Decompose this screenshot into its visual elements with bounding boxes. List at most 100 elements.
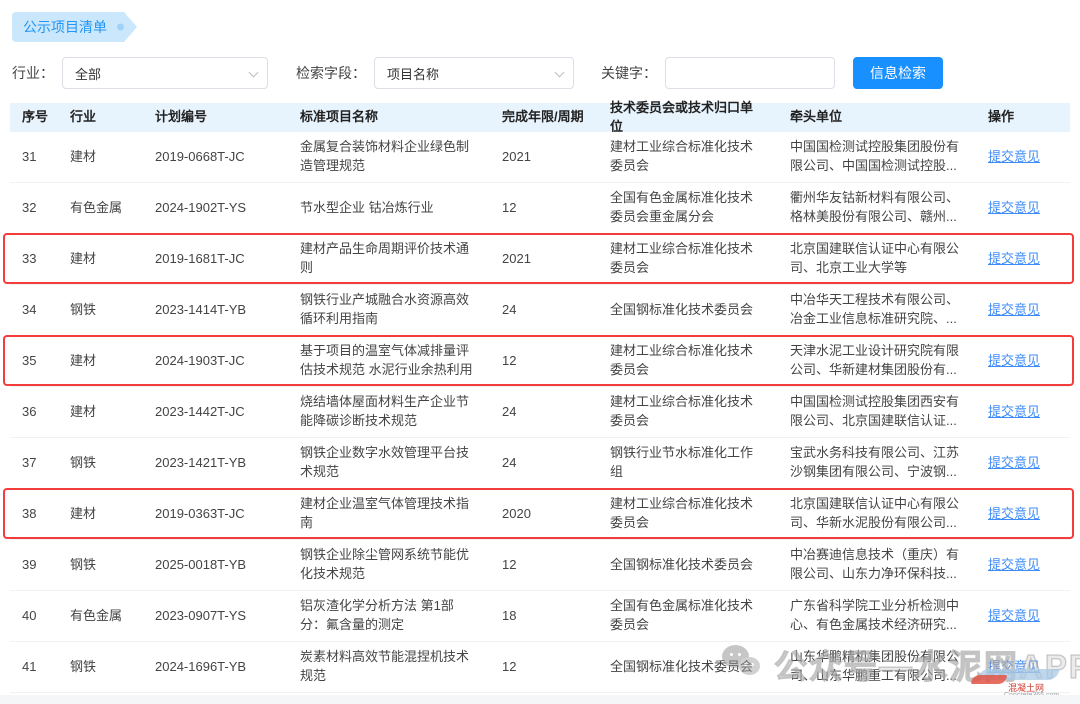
header-cell-lead-unit: 牵头单位 [778, 108, 976, 127]
search-field-select[interactable]: 项目名称 [374, 57, 574, 89]
cell-industry: 钢铁 [58, 438, 143, 488]
cell-plan-number: 2024-1902T-YS [143, 183, 288, 233]
cell-serial-no: 39 [10, 540, 58, 590]
cell-committee: 建材工业综合标准化技术委员会 [598, 387, 778, 437]
submit-feedback-link[interactable]: 提交意见 [988, 454, 1040, 473]
cell-committee: 全国有色金属标准化技术委员会重金属分会 [598, 183, 778, 233]
cell-project-name: 炭素材料高效节能混捏机技术规范 [288, 642, 490, 692]
table-row: 31 建材 2019-0668T-JC 金属复合装饰材料企业绿色制造管理规范 2… [10, 132, 1070, 183]
table-row: 40 有色金属 2023-0907T-YS 铝灰渣化学分析方法 第1部分：氟含量… [10, 591, 1070, 642]
table-row: 32 有色金属 2024-1902T-YS 节水型企业 钴冶炼行业 12 全国有… [10, 183, 1070, 234]
cell-committee: 建材工业综合标准化技术委员会 [598, 234, 778, 284]
header-cell-period: 完成年限/周期 [490, 108, 598, 127]
cell-serial-no: 37 [10, 438, 58, 488]
cell-serial-no: 32 [10, 183, 58, 233]
table-header-row: 序号 行业 计划编号 标准项目名称 完成年限/周期 技术委员会或技术归口单位 牵… [10, 103, 1070, 132]
header-cell-industry: 行业 [58, 108, 143, 127]
cell-project-name: 建材企业温室气体管理技术指南 [288, 489, 490, 539]
submit-feedback-link[interactable]: 提交意见 [988, 556, 1040, 575]
header-cell-no: 序号 [10, 108, 58, 127]
cell-committee: 全国有色金属标准化技术委员会 [598, 591, 778, 641]
cell-plan-number: 2025-0018T-YB [143, 540, 288, 590]
table-row: 37 钢铁 2023-1421T-YB 钢铁企业数字水效管理平台技术规范 24 … [10, 438, 1070, 489]
industry-select[interactable]: 全部 [62, 57, 268, 89]
cell-project-name: 钢铁企业数字水效管理平台技术规范 [288, 438, 490, 488]
cell-lead-unit: 北京国建联信认证中心有限公司、北京工业大学等 [778, 234, 976, 284]
submit-feedback-link[interactable]: 提交意见 [988, 148, 1040, 167]
cell-plan-number: 2019-1681T-JC [143, 234, 288, 284]
cell-plan-number: 2019-0668T-JC [143, 132, 288, 182]
chevron-down-icon [555, 68, 565, 78]
cell-committee: 建材工业综合标准化技术委员会 [598, 132, 778, 182]
cell-plan-number: 2023-1414T-YB [143, 285, 288, 335]
cell-project-name: 金属复合装饰材料企业绿色制造管理规范 [288, 132, 490, 182]
cell-period: 12 [490, 336, 598, 386]
cell-committee: 全国钢标准化技术委员会 [598, 285, 778, 335]
table-row: 38 建材 2019-0363T-JC 建材企业温室气体管理技术指南 2020 … [10, 489, 1070, 540]
table-row: 34 钢铁 2023-1414T-YB 钢铁行业产城融合水资源高效循环利用指南 … [10, 285, 1070, 336]
keyword-input[interactable] [665, 57, 835, 89]
cell-period: 2020 [490, 489, 598, 539]
projects-table: 序号 行业 计划编号 标准项目名称 完成年限/周期 技术委员会或技术归口单位 牵… [10, 103, 1070, 693]
cell-committee: 全国钢标准化技术委员会 [598, 642, 778, 692]
table-row: 41 钢铁 2024-1696T-YB 炭素材料高效节能混捏机技术规范 12 全… [10, 642, 1070, 693]
industry-label: 行业： [12, 63, 54, 83]
cell-lead-unit: 天津水泥工业设计研究院有限公司、华新建材集团股份有... [778, 336, 976, 386]
cell-period: 2021 [490, 234, 598, 284]
cell-lead-unit: 中国国检测试控股集团股份有限公司、中国国检测试控股... [778, 132, 976, 182]
submit-feedback-link[interactable]: 提交意见 [988, 403, 1040, 422]
submit-feedback-link[interactable]: 提交意见 [988, 352, 1040, 371]
cell-lead-unit: 衢州华友钴新材料有限公司、格林美股份有限公司、赣州... [778, 183, 976, 233]
cell-serial-no: 38 [10, 489, 58, 539]
cell-industry: 建材 [58, 234, 143, 284]
cell-plan-number: 2023-1442T-JC [143, 387, 288, 437]
cell-lead-unit: 北京国建联信认证中心有限公司、华新水泥股份有限公司... [778, 489, 976, 539]
tab-public-project-list[interactable]: 公示项目清单 [12, 12, 137, 42]
table-body: 31 建材 2019-0668T-JC 金属复合装饰材料企业绿色制造管理规范 2… [10, 132, 1070, 693]
cell-lead-unit: 中国国检测试控股集团西安有限公司、北京国建联信认证... [778, 387, 976, 437]
submit-feedback-link[interactable]: 提交意见 [988, 199, 1040, 218]
cell-period: 12 [490, 183, 598, 233]
info-search-button[interactable]: 信息检索 [853, 57, 943, 89]
header-cell-action: 操作 [976, 108, 1070, 127]
cell-plan-number: 2023-0907T-YS [143, 591, 288, 641]
table-row: 33 建材 2019-1681T-JC 建材产品生命周期评价技术通则 2021 … [10, 234, 1070, 285]
submit-feedback-link[interactable]: 提交意见 [988, 250, 1040, 269]
submit-feedback-link[interactable]: 提交意见 [988, 505, 1040, 524]
industry-selected-value: 全部 [75, 64, 101, 83]
cell-project-name: 钢铁企业除尘管网系统节能优化技术规范 [288, 540, 490, 590]
filter-bar: 行业： 全部 检索字段： 项目名称 关键字： 信息检索 [12, 57, 943, 89]
cell-plan-number: 2024-1903T-JC [143, 336, 288, 386]
cell-period: 2021 [490, 132, 598, 182]
cell-plan-number: 2019-0363T-JC [143, 489, 288, 539]
cell-period: 24 [490, 387, 598, 437]
header-cell-plan: 计划编号 [143, 108, 288, 127]
cell-period: 24 [490, 285, 598, 335]
cell-project-name: 铝灰渣化学分析方法 第1部分：氟含量的测定 [288, 591, 490, 641]
submit-feedback-link[interactable]: 提交意见 [988, 607, 1040, 626]
cell-industry: 有色金属 [58, 183, 143, 233]
cell-plan-number: 2024-1696T-YB [143, 642, 288, 692]
table-row: 35 建材 2024-1903T-JC 基于项目的温室气体减排量评估技术规范 水… [10, 336, 1070, 387]
cell-serial-no: 40 [10, 591, 58, 641]
cell-project-name: 钢铁行业产城融合水资源高效循环利用指南 [288, 285, 490, 335]
cell-industry: 建材 [58, 489, 143, 539]
cell-lead-unit: 广东省科学院工业分析检测中心、有色金属技术经济研究... [778, 591, 976, 641]
bottom-strip [0, 695, 1080, 704]
cell-period: 24 [490, 438, 598, 488]
submit-feedback-link[interactable]: 提交意见 [988, 301, 1040, 320]
public-project-list-page: 公示项目清单 行业： 全部 检索字段： 项目名称 关键字： 信息检索 序号 行业… [0, 0, 1080, 704]
submit-feedback-link[interactable]: 提交意见 [988, 658, 1040, 677]
cell-lead-unit: 山东华鹏精机集团股份有限公司、山东华鹏重工有限公司... [778, 642, 976, 692]
cell-project-name: 节水型企业 钴冶炼行业 [288, 183, 490, 233]
table-row: 39 钢铁 2025-0018T-YB 钢铁企业除尘管网系统节能优化技术规范 1… [10, 540, 1070, 591]
cell-serial-no: 35 [10, 336, 58, 386]
cell-committee: 建材工业综合标准化技术委员会 [598, 489, 778, 539]
chevron-down-icon [249, 68, 259, 78]
cell-period: 12 [490, 540, 598, 590]
cell-committee: 全国钢标准化技术委员会 [598, 540, 778, 590]
cell-industry: 建材 [58, 336, 143, 386]
cell-industry: 有色金属 [58, 591, 143, 641]
table-row: 36 建材 2023-1442T-JC 烧结墙体屋面材料生产企业节能降碳诊断技术… [10, 387, 1070, 438]
cell-serial-no: 31 [10, 132, 58, 182]
